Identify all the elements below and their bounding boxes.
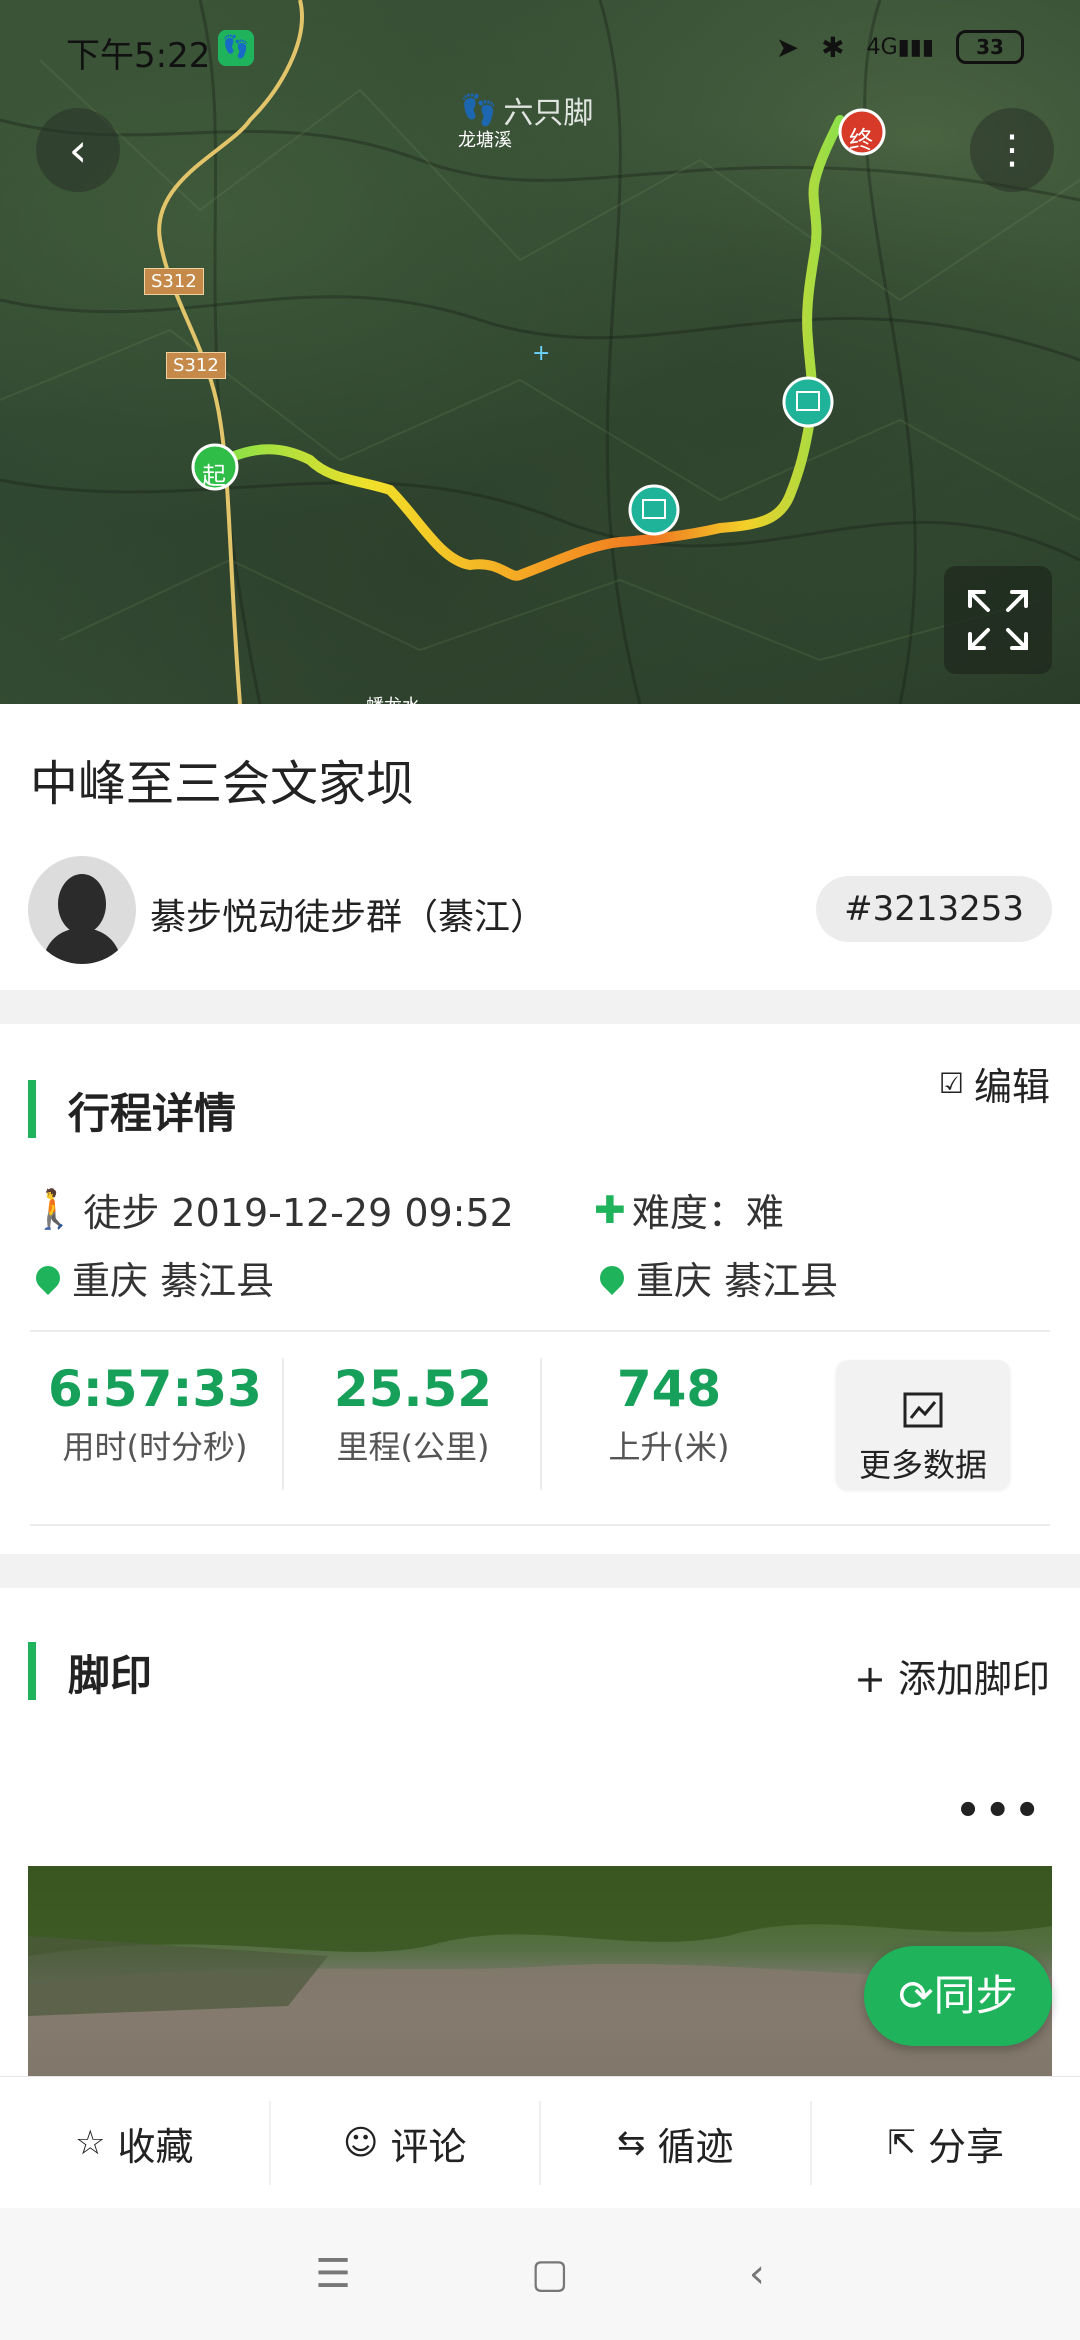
route-header: 中峰至三会文家坝 綦步悦动徒步群（綦江） #3213253 [0, 704, 1080, 990]
divider [30, 1330, 1050, 1332]
road-badge: S312 [166, 352, 226, 379]
share-icon: ⇱ [887, 2123, 916, 2163]
divider [30, 1524, 1050, 1526]
section-accent-bar [28, 1642, 36, 1700]
activity-info: 🚶 徒步 2019-12-29 09:52 [30, 1187, 514, 1235]
end-pin-icon [595, 1260, 629, 1295]
chart-icon [903, 1392, 943, 1428]
vertical-dots-icon: ⋮ [992, 127, 1032, 173]
section-title: 行程详情 [68, 1089, 237, 1138]
author-avatar[interactable] [28, 856, 136, 964]
road-badge: S312 [144, 268, 204, 295]
map-photo-pin[interactable] [628, 484, 680, 536]
app-notification-icon: 👣 [218, 30, 254, 66]
start-marker-label: 起 [202, 462, 226, 490]
start-location: 重庆 綦江县 [30, 1250, 274, 1305]
route-title: 中峰至三会文家坝 [30, 756, 415, 812]
comment-button[interactable]: ☺ 评论 [271, 2101, 541, 2185]
edit-icon: ☑ [938, 1067, 964, 1100]
status-time: 下午5:22 [66, 36, 211, 76]
follow-track-button[interactable]: ⇆ 循迹 [541, 2101, 812, 2185]
edit-button[interactable]: ☑ 编辑 [939, 1056, 1050, 1111]
map-center-icon: + [532, 341, 550, 366]
route-id-badge: #3213253 [816, 876, 1052, 942]
comment-icon: ☺ [343, 2123, 379, 2163]
fullscreen-button[interactable] [944, 566, 1052, 674]
swap-arrows-icon: ⇆ [616, 2123, 646, 2163]
author-name[interactable]: 綦步悦动徒步群（綦江） [150, 888, 546, 940]
back-icon[interactable]: ‹ [749, 2251, 765, 2297]
stat-distance: 25.52 里程(公里) [333, 1360, 493, 1466]
sync-button[interactable]: ⟳同步 [864, 1946, 1052, 2046]
status-bar: 下午5:22 👣 ➤ ✱ 4G▮▮▮ 33 [0, 0, 1080, 100]
menu-icon[interactable]: ☰ [315, 2251, 351, 2297]
bottom-action-bar: ☆ 收藏 ☺ 评论 ⇆ 循迹 ⇱ 分享 [0, 2076, 1080, 2209]
back-button[interactable]: ‹ [36, 108, 120, 192]
home-icon[interactable]: ▢ [531, 2251, 569, 2297]
more-data-button[interactable]: 更多数据 [836, 1360, 1010, 1490]
expand-icon [968, 590, 1028, 650]
route-map[interactable]: + 起 终 S312 S312 龙塘溪 蟠龙水 👣 六只脚 下午5:22 👣 ➤… [0, 0, 1080, 704]
place-label: 蟠龙水 [366, 692, 420, 704]
refresh-icon: ⟳ [898, 1971, 934, 2020]
avatar-silhouette-icon [42, 874, 122, 964]
section-title: 脚印 [68, 1651, 153, 1700]
signal-icon: 4G▮▮▮ [866, 34, 934, 60]
puzzle-icon: ✚ [594, 1187, 626, 1232]
stat-ascent: 748 上升(米) [608, 1360, 730, 1466]
footprint-menu-button[interactable]: ••• [955, 1788, 1044, 1834]
section-accent-bar [28, 1080, 36, 1138]
location-icon: ➤ [775, 30, 800, 64]
bluetooth-icon: ✱ [821, 30, 845, 64]
system-nav-bar: ☰ ▢ ‹ [0, 2208, 1080, 2340]
map-photo-pin[interactable] [782, 376, 834, 428]
star-icon: ☆ [75, 2123, 106, 2163]
end-marker-label: 终 [849, 126, 873, 154]
more-menu-button[interactable]: ⋮ [970, 108, 1054, 192]
chevron-left-icon: ‹ [68, 123, 88, 177]
hiking-icon: 🚶 [30, 1187, 78, 1231]
add-footprint-button[interactable]: + 添加脚印 [854, 1648, 1050, 1703]
stat-duration: 6:57:33 用时(时分秒) [48, 1360, 262, 1466]
favorite-button[interactable]: ☆ 收藏 [0, 2101, 271, 2185]
end-location: 重庆 綦江县 [594, 1250, 838, 1305]
start-pin-icon [31, 1260, 65, 1295]
share-button[interactable]: ⇱ 分享 [812, 2101, 1080, 2185]
battery-icon: 33 [956, 30, 1024, 64]
difficulty-info: ✚ 难度：难 [594, 1187, 784, 1236]
